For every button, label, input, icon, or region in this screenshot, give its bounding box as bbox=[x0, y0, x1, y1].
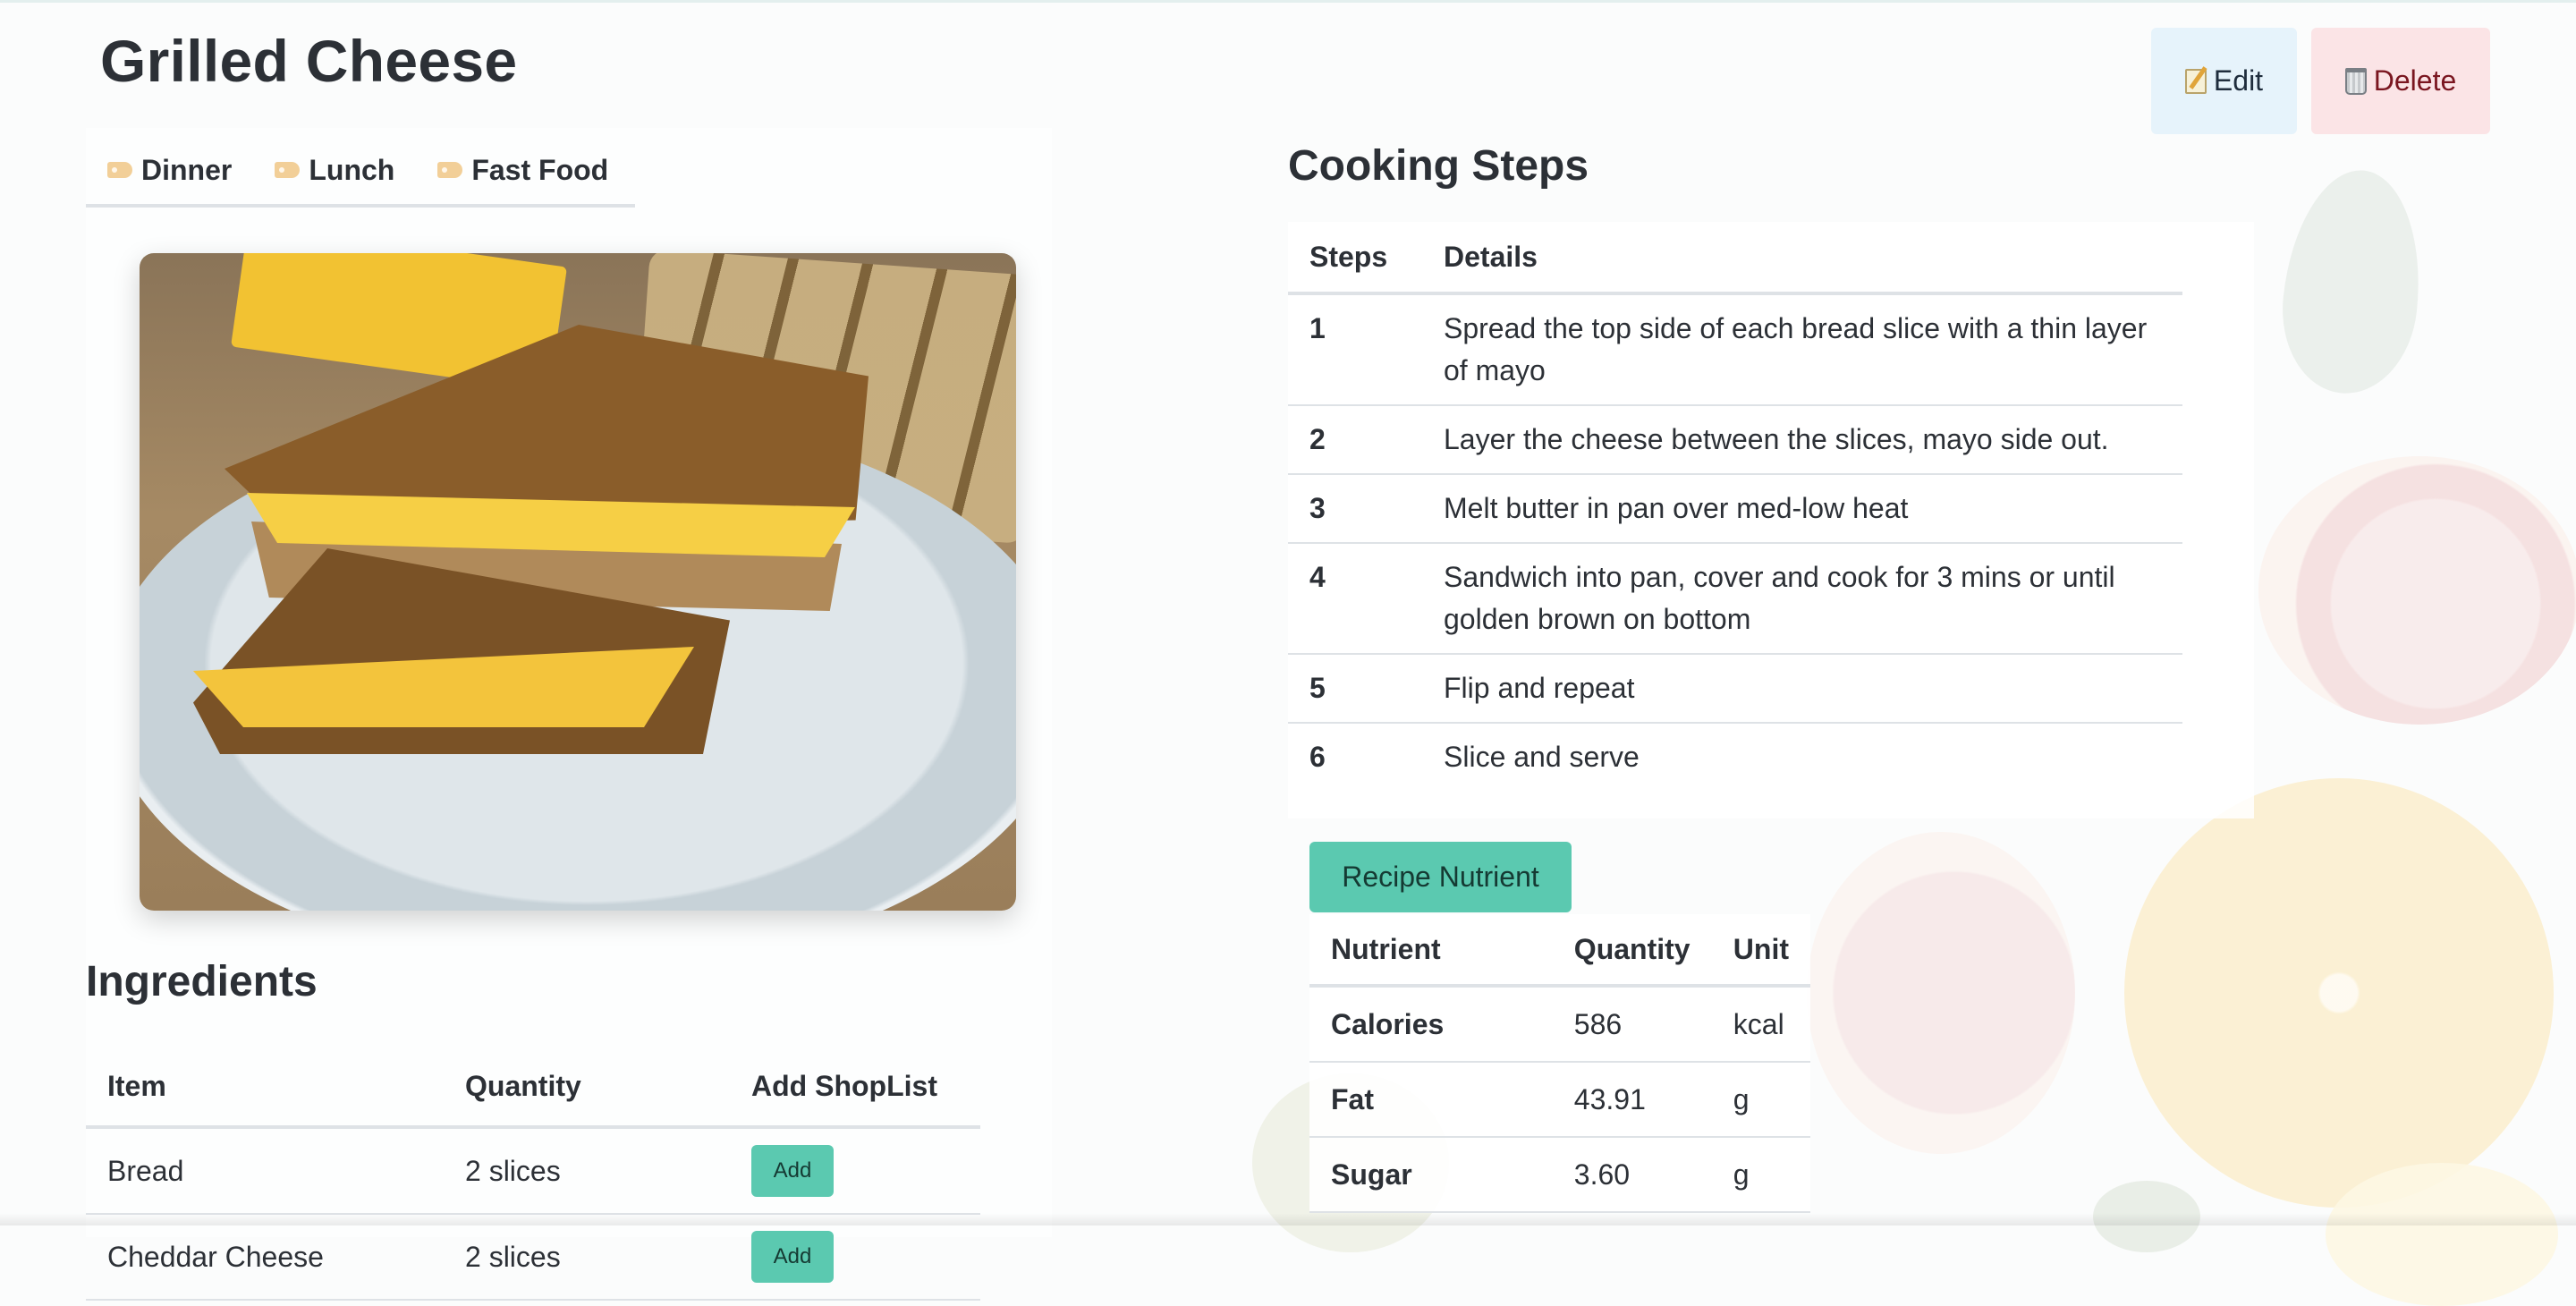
table-row: 1 Spread the top side of each bread slic… bbox=[1288, 293, 2182, 406]
nutrient-name: Calories bbox=[1309, 986, 1553, 1063]
ingredient-quantity: 2 slices bbox=[444, 1214, 730, 1301]
background-orange bbox=[2124, 778, 2554, 1208]
nutrient-unit: g bbox=[1711, 1137, 1810, 1213]
add-shoplist-cell: Add bbox=[730, 1127, 980, 1215]
nutrient-quantity: 43.91 bbox=[1552, 1062, 1712, 1138]
step-number: 6 bbox=[1309, 741, 1326, 773]
tag-label: Fast Food bbox=[471, 153, 609, 186]
nutrient-name: Fat bbox=[1309, 1062, 1553, 1138]
add-shoplist-cell: Add bbox=[730, 1214, 980, 1301]
background-grapefruit bbox=[2258, 456, 2576, 725]
table-row: 2 Layer the cheese between the slices, m… bbox=[1288, 405, 2182, 475]
table-row: Fat 43.91 g bbox=[1309, 1062, 1810, 1138]
ingredient-quantity: 2 slices bbox=[444, 1127, 730, 1215]
background-leaf bbox=[2274, 163, 2431, 401]
nutrient-table: Nutrient Quantity Unit Calories 586 kcal… bbox=[1309, 914, 1810, 1213]
tag-lunch[interactable]: Lunch bbox=[275, 154, 394, 187]
tag-list: Dinner Lunch Fast Food bbox=[86, 136, 635, 208]
table-row: Calories 586 kcal bbox=[1309, 986, 1810, 1063]
edit-button[interactable]: Edit bbox=[2151, 28, 2297, 134]
ingredient-item: Bread bbox=[86, 1127, 444, 1215]
recipe-nutrient-button[interactable]: Recipe Nutrient bbox=[1309, 842, 1572, 912]
column-header: Nutrient bbox=[1309, 914, 1553, 988]
tag-fast-food[interactable]: Fast Food bbox=[437, 154, 608, 187]
label-icon bbox=[107, 162, 132, 178]
nutrient-unit: kcal bbox=[1711, 986, 1810, 1063]
page-title: Grilled Cheese bbox=[100, 28, 518, 94]
column-header: Item bbox=[86, 1047, 444, 1129]
step-detail: Layer the cheese between the slices, may… bbox=[1422, 405, 2182, 475]
add-to-shoplist-button[interactable]: Add bbox=[751, 1145, 834, 1197]
nutrient-quantity: 586 bbox=[1552, 986, 1712, 1063]
table-row: Sugar 3.60 g bbox=[1309, 1137, 1810, 1213]
recipe-photo bbox=[140, 253, 1016, 911]
ingredients-table: Item Quantity Add ShopList Bread 2 slice… bbox=[86, 1047, 980, 1301]
label-icon bbox=[275, 162, 301, 178]
column-header: Steps bbox=[1288, 222, 1422, 295]
table-row: 6 Slice and serve bbox=[1288, 723, 2182, 791]
step-number: 1 bbox=[1288, 293, 1422, 406]
nutrient-name: Sugar bbox=[1309, 1137, 1553, 1213]
step-detail: Spread the top side of each bread slice … bbox=[1422, 293, 2182, 406]
step-detail: Sandwich into pan, cover and cook for 3 … bbox=[1422, 543, 2182, 655]
step-detail: Melt butter in pan over med-low heat bbox=[1422, 474, 2182, 544]
ingredients-heading: Ingredients bbox=[86, 958, 318, 1005]
step-number: 2 bbox=[1288, 405, 1422, 475]
memo-icon bbox=[2184, 68, 2207, 94]
cooking-steps-heading: Cooking Steps bbox=[1288, 142, 1589, 190]
table-header-row: Steps Details bbox=[1288, 222, 2182, 295]
column-header: Quantity bbox=[444, 1047, 730, 1129]
ingredient-item: Cheddar Cheese bbox=[86, 1214, 444, 1301]
cooking-steps-table: Steps Details 1 Spread the top side of e… bbox=[1288, 222, 2182, 791]
bottom-shadow bbox=[0, 1213, 2576, 1225]
table-row: 4 Sandwich into pan, cover and cook for … bbox=[1288, 543, 2182, 655]
step-number: 4 bbox=[1288, 543, 1422, 655]
background-grapefruit bbox=[1807, 832, 2075, 1154]
table-row: 3 Melt butter in pan over med-low heat bbox=[1288, 474, 2182, 544]
edit-button-label: Edit bbox=[2213, 64, 2264, 97]
column-header: Add ShopList bbox=[730, 1047, 980, 1129]
delete-button-label: Delete bbox=[2373, 64, 2457, 97]
add-to-shoplist-button[interactable]: Add bbox=[751, 1231, 834, 1283]
column-header: Details bbox=[1422, 222, 2182, 295]
step-number: 3 bbox=[1288, 474, 1422, 544]
table-row: 5 Flip and repeat bbox=[1288, 654, 2182, 724]
step-detail: Slice and serve bbox=[1444, 741, 1640, 773]
background-lemon bbox=[2326, 1163, 2558, 1306]
wastebasket-icon bbox=[2344, 67, 2367, 95]
tag-label: Lunch bbox=[309, 153, 395, 186]
delete-button[interactable]: Delete bbox=[2311, 28, 2490, 134]
column-header: Unit bbox=[1711, 914, 1810, 988]
table-row: Bread 2 slices Add bbox=[86, 1127, 980, 1215]
table-header-row: Nutrient Quantity Unit bbox=[1309, 914, 1810, 988]
nutrient-unit: g bbox=[1711, 1062, 1810, 1138]
step-number: 5 bbox=[1288, 654, 1422, 724]
step-detail: Flip and repeat bbox=[1422, 654, 2182, 724]
tag-label: Dinner bbox=[141, 153, 233, 186]
table-header-row: Item Quantity Add ShopList bbox=[86, 1047, 980, 1129]
nutrient-quantity: 3.60 bbox=[1552, 1137, 1712, 1213]
label-icon bbox=[437, 162, 463, 178]
table-row: Cheddar Cheese 2 slices Add bbox=[86, 1214, 980, 1301]
top-border bbox=[0, 0, 2576, 3]
column-header: Quantity bbox=[1552, 914, 1712, 988]
tag-dinner[interactable]: Dinner bbox=[107, 154, 232, 187]
